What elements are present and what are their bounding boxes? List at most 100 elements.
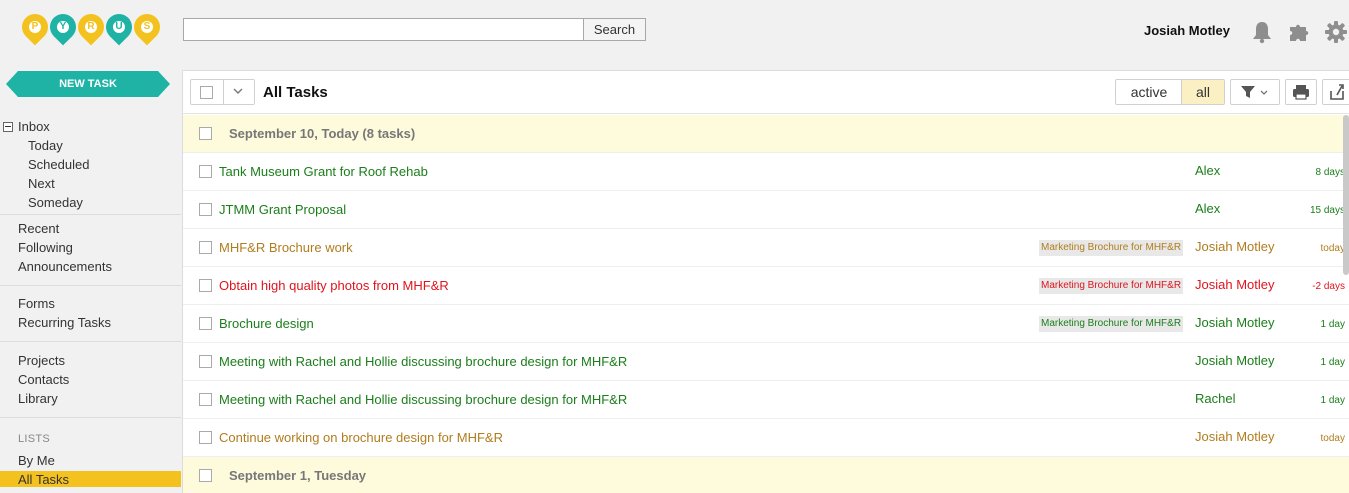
project-tag[interactable]: Marketing Brochure for MHF&R [1039, 278, 1184, 294]
sidebar-item-by-me[interactable]: By Me [18, 453, 55, 468]
select-all-checkbox[interactable] [200, 86, 213, 99]
scrollbar[interactable] [1343, 115, 1349, 275]
task-assignee: Alex [1195, 163, 1221, 178]
group-label: September 10, Today (8 tasks) [229, 126, 416, 141]
group-checkbox[interactable] [199, 469, 212, 482]
task-assignee: Josiah Motley [1195, 239, 1275, 254]
sidebar-item-recent[interactable]: Recent [18, 221, 59, 236]
task-name[interactable]: JTMM Grant Proposal [219, 202, 346, 217]
task-assignee: Alex [1195, 201, 1221, 216]
new-task-label: NEW TASK [59, 78, 117, 90]
task-checkbox[interactable] [199, 431, 212, 444]
task-toolbar: All Tasks active all [183, 71, 1349, 114]
task-assignee: Josiah Motley [1195, 315, 1275, 330]
user-name[interactable]: Josiah Motley [1144, 23, 1230, 38]
task-checkbox[interactable] [199, 393, 212, 406]
task-name[interactable]: Obtain high quality photos from MHF&R [219, 278, 449, 293]
sidebar-item-all-tasks[interactable]: All Tasks [18, 472, 69, 487]
task-due: 8 days [1315, 167, 1345, 178]
task-row[interactable]: Obtain high quality photos from MHF&R Ma… [183, 267, 1349, 305]
task-due: 1 day [1320, 319, 1345, 330]
task-row[interactable]: MHF&R Brochure work Marketing Brochure f… [183, 229, 1349, 267]
task-name[interactable]: Continue working on brochure design for … [219, 430, 503, 445]
bell-icon[interactable] [1250, 20, 1274, 44]
puzzle-icon[interactable] [1287, 20, 1311, 44]
sidebar-item-library[interactable]: Library [18, 391, 58, 406]
filter-dropdown-button[interactable] [1230, 79, 1280, 105]
task-row[interactable]: Brochure design Marketing Brochure for M… [183, 305, 1349, 343]
task-assignee: Josiah Motley [1195, 353, 1275, 368]
task-checkbox[interactable] [199, 241, 212, 254]
logo-letter-p: P [16, 8, 54, 46]
search-input[interactable] [183, 18, 584, 41]
sidebar-divider [0, 285, 181, 286]
task-name[interactable]: Meeting with Rachel and Hollie discussin… [219, 392, 627, 407]
sidebar-item-following[interactable]: Following [18, 240, 73, 255]
task-checkbox[interactable] [199, 165, 212, 178]
lists-header: LISTS [18, 433, 51, 445]
collapse-inbox-icon[interactable] [3, 122, 13, 132]
task-assignee: Josiah Motley [1195, 429, 1275, 444]
task-row[interactable]: Meeting with Rachel and Hollie discussin… [183, 381, 1349, 419]
pyrus-logo[interactable]: P Y R U S [16, 8, 166, 52]
project-tag[interactable]: Marketing Brochure for MHF&R [1039, 316, 1184, 332]
group-checkbox[interactable] [199, 127, 212, 140]
task-row[interactable]: Meeting with Rachel and Hollie discussin… [183, 343, 1349, 381]
group-label: September 1, Tuesday [229, 468, 367, 483]
logo-letter-s: S [128, 8, 166, 46]
task-due: -2 days [1312, 281, 1345, 292]
task-checkbox[interactable] [199, 279, 212, 292]
task-name[interactable]: Meeting with Rachel and Hollie discussin… [219, 354, 627, 369]
sidebar-divider [0, 214, 181, 215]
task-checkbox[interactable] [199, 355, 212, 368]
task-due: 15 days [1309, 205, 1345, 216]
task-assignee: Josiah Motley [1195, 277, 1275, 292]
search-button[interactable]: Search [584, 18, 646, 41]
task-due: today [1320, 243, 1345, 254]
sidebar-item-contacts[interactable]: Contacts [18, 372, 69, 387]
sidebar-item-projects[interactable]: Projects [18, 353, 65, 368]
sidebar-divider [0, 341, 181, 342]
logo-letter-y: Y [44, 8, 82, 46]
sidebar-item-today[interactable]: Today [28, 138, 63, 153]
filter-active-button[interactable]: active [1115, 79, 1182, 105]
date-group-header: September 1, Tuesday [183, 457, 1349, 493]
task-due: 1 day [1320, 357, 1345, 368]
date-group-header: September 10, Today (8 tasks) [183, 115, 1349, 153]
search-bar: Search [183, 18, 646, 41]
task-checkbox[interactable] [199, 317, 212, 330]
select-all-control[interactable] [190, 79, 255, 105]
task-row[interactable]: Tank Museum Grant for Roof Rehab Alex 8 … [183, 153, 1349, 191]
print-icon [1293, 85, 1309, 100]
export-button[interactable] [1322, 79, 1349, 105]
new-task-button[interactable]: NEW TASK [6, 71, 170, 97]
sidebar-item-someday[interactable]: Someday [28, 195, 83, 210]
project-tag[interactable]: Marketing Brochure for MHF&R [1039, 240, 1184, 256]
filter-all-button[interactable]: all [1181, 79, 1225, 105]
task-row[interactable]: Continue working on brochure design for … [183, 419, 1349, 457]
task-assignee: Rachel [1195, 391, 1236, 406]
sidebar-item-inbox[interactable]: Inbox [18, 119, 50, 134]
sidebar-item-forms[interactable]: Forms [18, 296, 55, 311]
logo-letter-r: R [72, 8, 110, 46]
sidebar-item-scheduled[interactable]: Scheduled [28, 157, 89, 172]
task-list-panel: All Tasks active all September 10, Today… [182, 70, 1349, 493]
task-due: 1 day [1320, 395, 1345, 406]
sidebar-divider [0, 417, 181, 418]
filter-icon [1241, 86, 1268, 98]
sidebar-item-announcements[interactable]: Announcements [18, 259, 112, 274]
task-row[interactable]: JTMM Grant Proposal Alex 15 days [183, 191, 1349, 229]
logo-letter-u: U [100, 8, 138, 46]
task-checkbox[interactable] [199, 203, 212, 216]
task-name[interactable]: Brochure design [219, 316, 314, 331]
page-title: All Tasks [263, 84, 328, 101]
print-button[interactable] [1285, 79, 1317, 105]
chevron-down-icon[interactable] [233, 84, 243, 98]
task-name[interactable]: MHF&R Brochure work [219, 240, 353, 255]
task-due: today [1320, 433, 1345, 444]
sidebar-item-recurring-tasks[interactable]: Recurring Tasks [18, 315, 111, 330]
gear-icon[interactable] [1324, 20, 1348, 44]
task-name[interactable]: Tank Museum Grant for Roof Rehab [219, 164, 428, 179]
sidebar-item-next[interactable]: Next [28, 176, 55, 191]
export-icon [1330, 84, 1344, 100]
